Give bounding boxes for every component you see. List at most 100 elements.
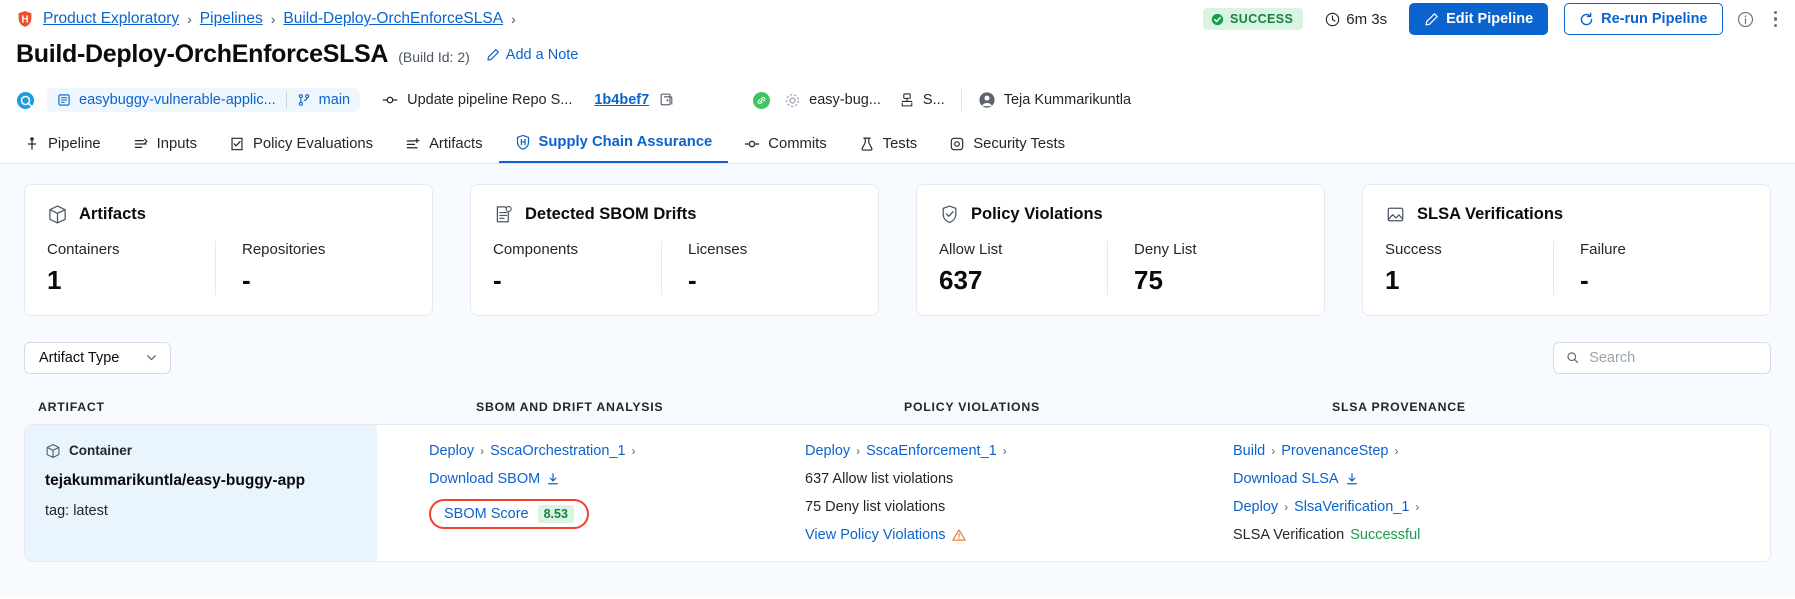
sbom-step-path: Deploy › SscaOrchestration_1 ›: [429, 443, 801, 459]
slsa-icon: [1387, 207, 1404, 222]
slsa-verify-step-link[interactable]: SlsaVerification_1: [1294, 499, 1409, 515]
rerun-pipeline-button[interactable]: Re-run Pipeline: [1564, 3, 1723, 35]
policy-stage-link[interactable]: Deploy: [805, 443, 850, 459]
title-row: Build-Deploy-OrchEnforceSLSA (Build Id: …: [0, 38, 1795, 74]
card-header: Policy Violations: [939, 204, 1302, 225]
download-sbom-label[interactable]: Download SBOM: [429, 471, 540, 487]
tab-bar: Pipeline Inputs Policy Evaluations Artif…: [0, 122, 1795, 164]
copy-icon[interactable]: [659, 92, 675, 108]
gear-icon: [786, 93, 800, 107]
view-policy-violations[interactable]: View Policy Violations: [805, 527, 1229, 543]
search-box[interactable]: [1553, 341, 1771, 374]
sbom-step-link[interactable]: SscaOrchestration_1: [490, 443, 625, 459]
breadcrumb-separator-trailing: ›: [511, 11, 516, 27]
breadcrumb-separator: ›: [270, 11, 276, 27]
tab-label: Pipeline: [48, 136, 101, 152]
repo-chip[interactable]: easybuggy-vulnerable-applic... main: [47, 88, 361, 112]
cell-sbom: Deploy › SscaOrchestration_1 › Download …: [377, 425, 805, 561]
artifact-type: Container: [45, 443, 357, 459]
download-sbom[interactable]: Download SBOM: [429, 471, 801, 487]
add-note-label: Add a Note: [505, 47, 579, 63]
card-title: Policy Violations: [971, 205, 1103, 223]
build-meta-row: easybuggy-vulnerable-applic... main Upda…: [0, 74, 1795, 116]
divider: [960, 89, 962, 111]
stat-label: Allow List: [939, 241, 1003, 258]
status-badge: SUCCESS: [1203, 8, 1304, 30]
package-icon: [49, 205, 66, 224]
breadcrumb-item-2[interactable]: Build-Deploy-OrchEnforceSLSA: [283, 10, 503, 28]
edit-pipeline-button[interactable]: Edit Pipeline: [1409, 3, 1549, 35]
tab-tests[interactable]: Tests: [843, 136, 934, 163]
summary-cards: Artifacts Containers 1 Repositories - De…: [24, 184, 1771, 316]
add-note-button[interactable]: Add a Note: [486, 47, 579, 63]
breadcrumb-item-1[interactable]: Pipelines: [200, 10, 263, 28]
sbom-stage-link[interactable]: Deploy: [429, 443, 474, 459]
card-stats: Containers 1 Repositories -: [47, 241, 410, 295]
policy-step-link[interactable]: SscaEnforcement_1: [866, 443, 997, 459]
clock-icon: [1326, 12, 1340, 26]
pencil-icon: [487, 49, 499, 61]
tab-label: Security Tests: [973, 136, 1066, 152]
harness-logo-icon: [18, 11, 32, 27]
chevron-right-icon: ›: [1284, 499, 1289, 514]
column-header-artifact: ARTIFACT: [38, 399, 105, 414]
card-title: SLSA Verifications: [1417, 205, 1564, 223]
branch-link[interactable]: main: [319, 92, 350, 108]
kebab-menu-icon[interactable]: [1770, 9, 1782, 30]
stat-allow-list: Allow List 637: [939, 241, 1107, 295]
download-icon: [1346, 472, 1357, 484]
view-policy-violations-label[interactable]: View Policy Violations: [805, 527, 946, 543]
slsa-verify-stage-link[interactable]: Deploy: [1233, 499, 1278, 515]
stat-failure: Failure -: [1553, 241, 1748, 295]
stat-licenses: Licenses -: [661, 241, 856, 295]
artifact-tag: tag: latest: [45, 502, 108, 519]
download-slsa[interactable]: Download SLSA: [1233, 471, 1766, 487]
tab-artifacts[interactable]: Artifacts: [389, 136, 498, 163]
security-icon: [950, 137, 964, 151]
tab-security-tests[interactable]: Security Tests: [933, 136, 1081, 163]
slsa-build-path: Build › ProvenanceStep ›: [1233, 443, 1766, 459]
stat-label: Deny List: [1134, 241, 1197, 258]
tab-commits[interactable]: Commits: [728, 136, 842, 163]
repo-link[interactable]: easybuggy-vulnerable-applic...: [79, 92, 276, 108]
artifacts-icon: [406, 138, 420, 149]
slsa-build-step-link[interactable]: ProvenanceStep: [1281, 443, 1388, 459]
stat-repositories: Repositories -: [215, 241, 410, 295]
artifact-type-label: Artifact Type: [39, 349, 120, 366]
card-policy-violations: Policy Violations Allow List 637 Deny Li…: [916, 184, 1325, 316]
download-slsa-label[interactable]: Download SLSA: [1233, 471, 1339, 487]
chevron-right-icon: ›: [1394, 443, 1399, 458]
stat-label: Failure: [1580, 241, 1626, 258]
slsa-verify-path: Deploy › SlsaVerification_1 ›: [1233, 499, 1766, 515]
tab-pipeline[interactable]: Pipeline: [16, 136, 117, 163]
tab-supply-chain-assurance[interactable]: Supply Chain Assurance: [498, 134, 729, 163]
commit-sha[interactable]: 1b4bef7: [594, 92, 649, 108]
stat-value: 1: [1385, 265, 1400, 295]
breadcrumb-item-0[interactable]: Product Exploratory: [43, 10, 179, 28]
artifact-type-filter[interactable]: Artifact Type: [24, 341, 172, 374]
duration: 6m 3s: [1325, 11, 1387, 28]
stat-label: Repositories: [242, 241, 326, 258]
sbom-score-label[interactable]: SBOM Score: [444, 506, 529, 522]
stat-label: Containers: [47, 241, 120, 258]
table-header-row: ARTIFACT SBOM AND DRIFT ANALYSIS POLICY …: [24, 374, 1771, 424]
policy-step-path: Deploy › SscaEnforcement_1 ›: [805, 443, 1229, 459]
tab-label: Tests: [882, 136, 918, 152]
slsa-build-stage-link[interactable]: Build: [1233, 443, 1265, 459]
info-circle-icon[interactable]: [1737, 11, 1754, 28]
chevron-right-icon: ›: [631, 443, 636, 458]
slsa-verification-result: Successful: [1350, 526, 1421, 543]
tab-inputs[interactable]: Inputs: [117, 136, 213, 163]
chevron-right-icon: ›: [856, 443, 861, 458]
user-avatar-icon: [979, 92, 995, 108]
search-input[interactable]: [1589, 349, 1758, 366]
stat-label: Licenses: [688, 241, 748, 258]
tab-label: Commits: [768, 136, 827, 152]
chevron-right-icon: ›: [480, 443, 485, 458]
top-header-bar: Product Exploratory › Pipelines › Build-…: [0, 0, 1795, 38]
tab-policy-evaluations[interactable]: Policy Evaluations: [213, 136, 389, 163]
duration-value: 6m 3s: [1346, 10, 1388, 28]
sbom-score-highlight[interactable]: SBOM Score 8.53: [429, 498, 589, 529]
build-detail-page: Product Exploratory › Pipelines › Build-…: [0, 0, 1795, 599]
column-header-slsa: SLSA PROVENANCE: [1332, 399, 1466, 414]
